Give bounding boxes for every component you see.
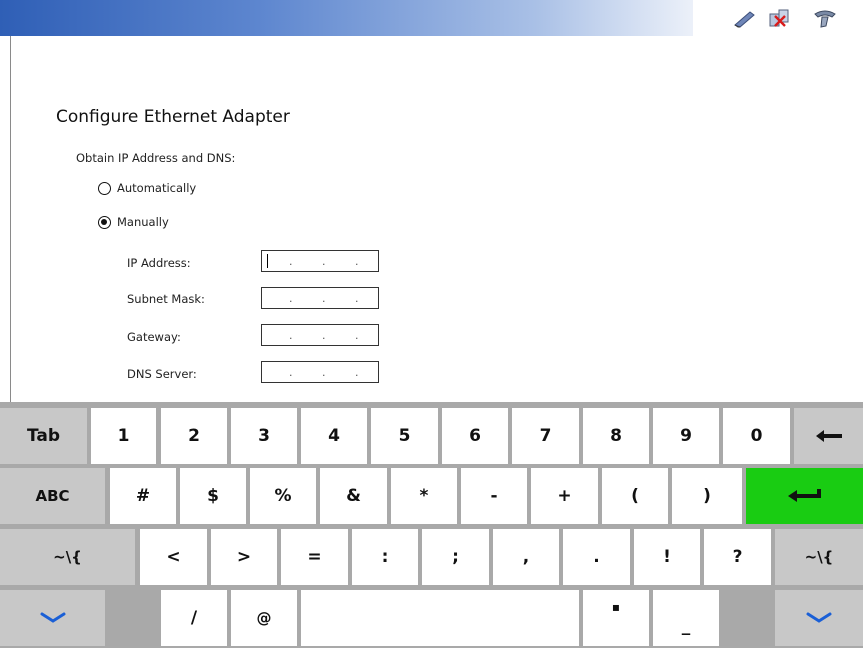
- key-symbols-left[interactable]: ~\{: [0, 529, 135, 585]
- radio-automatically[interactable]: Automatically: [98, 181, 196, 195]
- key-greater-than[interactable]: >: [211, 529, 277, 585]
- key-tab[interactable]: Tab: [0, 408, 87, 464]
- key-dollar[interactable]: $: [180, 468, 246, 524]
- text-cursor: [267, 254, 268, 268]
- key-1[interactable]: 1: [91, 408, 156, 464]
- page-title: Configure Ethernet Adapter: [56, 107, 290, 127]
- key-comma[interactable]: ,: [493, 529, 559, 585]
- key-3[interactable]: 3: [231, 408, 297, 464]
- on-screen-keyboard: Tab 1 2 3 4 5 6 7 8 9 0 ABC # $ % & * - …: [0, 402, 863, 648]
- key-equals[interactable]: =: [281, 529, 348, 585]
- key-4[interactable]: 4: [301, 408, 367, 464]
- chevron-down-icon: [806, 612, 832, 623]
- key-hash[interactable]: #: [110, 468, 176, 524]
- backspace-key[interactable]: [794, 408, 863, 464]
- key-8[interactable]: 8: [583, 408, 649, 464]
- key-plus[interactable]: +: [531, 468, 598, 524]
- pen-icon[interactable]: [732, 6, 758, 30]
- radio-manually-label: Manually: [117, 215, 169, 229]
- gateway-label: Gateway:: [127, 330, 181, 344]
- gateway-input[interactable]: . . .: [261, 324, 379, 346]
- chevron-down-icon: [40, 612, 65, 623]
- network-disconnected-icon[interactable]: [766, 6, 792, 30]
- hide-keyboard-left[interactable]: [0, 590, 105, 646]
- key-9[interactable]: 9: [653, 408, 719, 464]
- key-underscore[interactable]: _: [653, 590, 719, 646]
- radio-automatically-label: Automatically: [117, 181, 197, 195]
- radio-automatically-circle[interactable]: [98, 181, 111, 195]
- enter-key[interactable]: [746, 468, 863, 524]
- key-close-paren[interactable]: ): [672, 468, 742, 524]
- key-ampersand[interactable]: &: [320, 468, 387, 524]
- enter-icon: [787, 489, 821, 502]
- key-open-paren[interactable]: (: [602, 468, 668, 524]
- radio-manually-circle[interactable]: [98, 215, 111, 229]
- key-2[interactable]: 2: [161, 408, 227, 464]
- radio-manually[interactable]: Manually: [98, 215, 169, 229]
- key-5[interactable]: 5: [371, 408, 438, 464]
- ip-address-input[interactable]: . . .: [261, 250, 379, 272]
- key-at[interactable]: @: [231, 590, 297, 646]
- title-bar: [0, 0, 863, 36]
- key-slash[interactable]: /: [161, 590, 227, 646]
- key-dot-small[interactable]: ▪: [583, 590, 649, 646]
- dns-server-input[interactable]: . . .: [261, 361, 379, 383]
- space-key[interactable]: [301, 590, 579, 646]
- ip-address-label: IP Address:: [127, 256, 191, 270]
- window-border: [10, 36, 11, 402]
- key-minus[interactable]: -: [461, 468, 527, 524]
- subnet-mask-input[interactable]: . . .: [261, 287, 379, 309]
- key-semicolon[interactable]: ;: [422, 529, 489, 585]
- key-symbols-right[interactable]: ~\{: [775, 529, 863, 585]
- key-0[interactable]: 0: [723, 408, 790, 464]
- key-colon[interactable]: :: [352, 529, 418, 585]
- key-exclamation[interactable]: !: [634, 529, 700, 585]
- hide-keyboard-right[interactable]: [775, 590, 863, 646]
- key-percent[interactable]: %: [250, 468, 316, 524]
- key-7[interactable]: 7: [512, 408, 579, 464]
- key-abc[interactable]: ABC: [0, 468, 105, 524]
- key-period[interactable]: .: [563, 529, 630, 585]
- subnet-mask-label: Subnet Mask:: [127, 292, 205, 306]
- key-less-than[interactable]: <: [140, 529, 207, 585]
- key-asterisk[interactable]: *: [391, 468, 457, 524]
- obtain-label: Obtain IP Address and DNS:: [76, 151, 236, 165]
- backspace-icon: [815, 430, 842, 442]
- network-adapter-icon[interactable]: [812, 6, 838, 30]
- dns-server-label: DNS Server:: [127, 367, 197, 381]
- key-question[interactable]: ?: [704, 529, 771, 585]
- key-6[interactable]: 6: [442, 408, 508, 464]
